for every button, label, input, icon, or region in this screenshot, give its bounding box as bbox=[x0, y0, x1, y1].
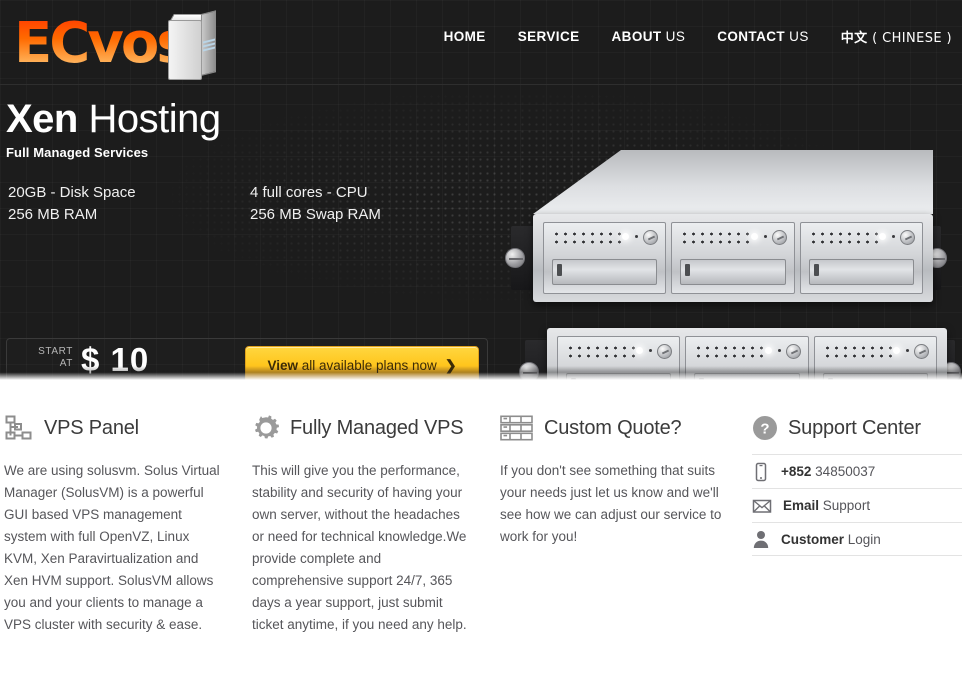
hero-content: Xen Hosting Full Managed Services 20GB -… bbox=[6, 86, 506, 230]
support-title: Support Center bbox=[788, 416, 921, 439]
nav-contact-light: US bbox=[785, 29, 809, 44]
login-rest: Login bbox=[844, 531, 881, 547]
support-header: ? Support Center bbox=[752, 412, 962, 444]
nav-chinese-bold: 中文 bbox=[840, 31, 868, 46]
nav-item-about-us[interactable]: ABOUT US bbox=[612, 29, 686, 44]
gear-icon bbox=[255, 415, 279, 439]
customer-bold: Customer bbox=[781, 531, 845, 547]
features-section: VPS Panel We are using solusvm. Solus Vi… bbox=[0, 380, 962, 691]
feature-body: We are using solusvm. Solus Virtual Mana… bbox=[4, 463, 220, 632]
mobile-phone-icon bbox=[755, 462, 767, 481]
feature-title: Fully Managed VPS bbox=[290, 416, 464, 439]
question-circle-icon: ? bbox=[753, 416, 777, 440]
logo-text-part1: EC bbox=[14, 11, 88, 76]
rack-list-icon bbox=[500, 415, 533, 441]
nav-chinese-light: ( CHINESE ) bbox=[867, 31, 952, 46]
feature-header: Fully Managed VPS bbox=[252, 412, 474, 444]
spec-swap-ram: 256 MB Swap RAM bbox=[250, 206, 381, 223]
nav-item-home[interactable]: HOME bbox=[444, 29, 486, 44]
rack-server-top bbox=[505, 150, 947, 302]
rack-servers-illustration bbox=[487, 150, 962, 380]
nav-home-bold: HOME bbox=[443, 29, 486, 44]
nav-contact-bold: CONTACT bbox=[717, 29, 786, 44]
hero-title: Xen Hosting bbox=[6, 98, 506, 140]
spec-disk-space: 20GB - Disk Space bbox=[8, 184, 136, 201]
nav-service-bold: SERVICE bbox=[517, 29, 580, 44]
nav-item-chinese[interactable]: 中文 ( CHINESE ) bbox=[841, 27, 952, 46]
main-navigation: HOME SERVICE ABOUT US CONTACT US 中文 ( CH… bbox=[444, 27, 952, 46]
start-at-line1: START bbox=[38, 346, 73, 357]
nav-about-bold: ABOUT bbox=[611, 29, 662, 44]
hero-title-rest: Hosting bbox=[77, 97, 221, 141]
support-list: +852 34850037 Email Support Customer Log… bbox=[752, 454, 962, 556]
svg-text:?: ? bbox=[760, 421, 769, 438]
logo-text: ECvos bbox=[14, 16, 187, 72]
support-center-column: ? Support Center +852 34850037 Email Sup… bbox=[752, 412, 962, 556]
support-item-email[interactable]: Email Support bbox=[752, 488, 962, 522]
phone-country-code: +852 bbox=[781, 464, 812, 479]
support-item-phone[interactable]: +852 34850037 bbox=[752, 454, 962, 488]
hero-title-bold: Xen bbox=[6, 97, 78, 141]
spec-ram: 256 MB RAM bbox=[8, 206, 98, 223]
support-email-label: Email Support bbox=[783, 498, 870, 513]
sitemap-icon bbox=[5, 415, 32, 440]
user-icon bbox=[753, 531, 769, 548]
page-root: ECvos HOME SERVICE ABOUT US CONTACT US 中… bbox=[0, 0, 962, 691]
feature-column-custom-quote: Custom Quote? If you don't see something… bbox=[500, 412, 722, 548]
support-item-customer-login[interactable]: Customer Login bbox=[752, 522, 962, 556]
site-header: ECvos HOME SERVICE ABOUT US CONTACT US 中… bbox=[0, 0, 962, 85]
specs-column-right: 4 full cores - CPU 256 MB Swap RAM bbox=[250, 182, 381, 226]
specs-column-left: 20GB - Disk Space 256 MB RAM bbox=[8, 182, 136, 226]
nav-item-contact-us[interactable]: CONTACT US bbox=[717, 29, 809, 44]
email-bold: Email bbox=[783, 498, 820, 513]
feature-body: This will give you the performance, stab… bbox=[252, 463, 467, 632]
spec-cpu: 4 full cores - CPU bbox=[250, 184, 368, 201]
feature-header: VPS Panel bbox=[4, 412, 226, 444]
support-login-label: Customer Login bbox=[781, 532, 881, 547]
feature-column-fully-managed-vps: Fully Managed VPS This will give you the… bbox=[252, 412, 474, 636]
hero-specs: 20GB - Disk Space 256 MB RAM 4 full core… bbox=[6, 182, 506, 230]
logo[interactable]: ECvos bbox=[14, 8, 224, 80]
phone-number: 34850037 bbox=[811, 464, 876, 479]
feature-title: Custom Quote? bbox=[544, 416, 682, 439]
email-rest: Support bbox=[819, 498, 871, 513]
hero: Xen Hosting Full Managed Services 20GB -… bbox=[0, 86, 962, 380]
section-fade-divider bbox=[0, 366, 962, 380]
feature-header: Custom Quote? bbox=[500, 412, 722, 444]
nav-item-service[interactable]: SERVICE bbox=[518, 29, 580, 44]
feature-title: VPS Panel bbox=[44, 416, 139, 439]
hero-subtitle: Full Managed Services bbox=[6, 145, 149, 160]
dark-hero-section: ECvos HOME SERVICE ABOUT US CONTACT US 中… bbox=[0, 0, 962, 380]
nav-about-light: US bbox=[661, 29, 686, 44]
support-phone-label: +852 34850037 bbox=[781, 464, 875, 479]
feature-column-vps-panel: VPS Panel We are using solusvm. Solus Vi… bbox=[4, 412, 226, 636]
server-tower-icon bbox=[162, 10, 220, 82]
envelope-icon bbox=[752, 499, 772, 513]
feature-body: If you don't see something that suits yo… bbox=[500, 463, 722, 544]
